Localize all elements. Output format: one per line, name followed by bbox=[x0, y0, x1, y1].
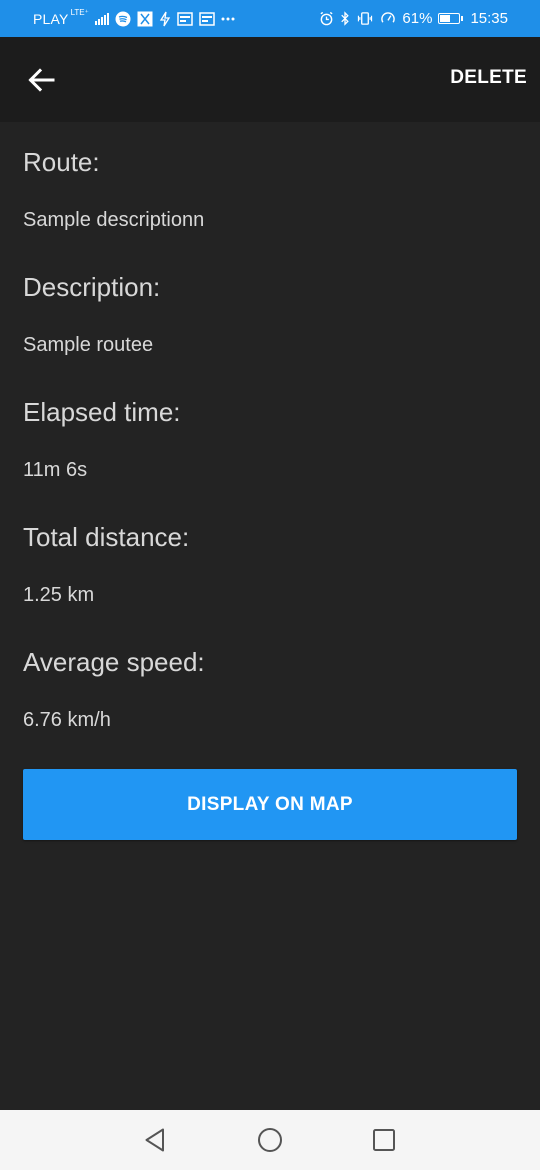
elapsed-time-field: Elapsed time: 11m 6s bbox=[23, 392, 517, 497]
route-field: Route: Sample descriptionn bbox=[23, 142, 517, 247]
description-value: Sample routee bbox=[23, 334, 154, 356]
bluetooth-icon bbox=[340, 11, 350, 26]
battery-percent-label: 61% bbox=[402, 10, 433, 27]
average-speed-label: Average speed: bbox=[23, 647, 205, 677]
network-type-label: LTE⁺ bbox=[70, 8, 89, 17]
battery-level-fill bbox=[440, 15, 451, 22]
carrier-label: PLAY bbox=[33, 10, 69, 27]
elapsed-time-value: 11m 6s bbox=[23, 459, 88, 481]
arrow-left-icon bbox=[28, 68, 55, 92]
total-distance-label: Total distance: bbox=[23, 522, 190, 552]
elapsed-time-label: Elapsed time: bbox=[23, 397, 181, 427]
description-label: Description: bbox=[23, 272, 161, 302]
notification-icon bbox=[137, 11, 153, 27]
total-distance-value: 1.25 km bbox=[23, 584, 95, 606]
total-distance-field: Total distance: 1.25 km bbox=[23, 517, 517, 622]
flash-icon bbox=[159, 11, 171, 27]
card-icon bbox=[177, 11, 193, 26]
nav-recents-button[interactable] bbox=[369, 1125, 399, 1155]
circle-home-icon bbox=[258, 1128, 282, 1152]
back-button[interactable] bbox=[22, 61, 60, 99]
screen: PLAY LTE⁺ 61% 15:35 DELETE Route: Sample… bbox=[0, 0, 540, 1170]
app-bar: DELETE bbox=[0, 37, 540, 122]
average-speed-field: Average speed: 6.76 km/h bbox=[23, 642, 517, 747]
vibrate-icon bbox=[356, 11, 374, 26]
signal-icon bbox=[94, 12, 109, 25]
clock-label: 15:35 bbox=[470, 10, 508, 27]
square-recents-icon bbox=[373, 1129, 395, 1151]
route-value: Sample descriptionn bbox=[23, 209, 205, 231]
triangle-back-icon bbox=[145, 1128, 164, 1152]
status-bar-left: PLAY LTE⁺ bbox=[33, 8, 235, 27]
spotify-icon bbox=[115, 11, 131, 27]
route-details: Route: Sample descriptionn Description: … bbox=[23, 122, 517, 747]
nav-back-button[interactable] bbox=[140, 1125, 170, 1155]
alarm-icon bbox=[319, 11, 334, 26]
status-bar-right: 61% 15:35 bbox=[319, 10, 508, 27]
status-bar: PLAY LTE⁺ 61% 15:35 bbox=[0, 0, 540, 37]
navigation-bar bbox=[0, 1110, 540, 1170]
delete-button[interactable]: DELETE bbox=[450, 67, 527, 89]
display-on-map-button[interactable]: DISPLAY ON MAP bbox=[23, 769, 517, 840]
average-speed-value: 6.76 km/h bbox=[23, 709, 111, 731]
more-dots-icon bbox=[221, 17, 235, 21]
route-label: Route: bbox=[23, 147, 100, 177]
battery-icon bbox=[438, 13, 464, 24]
description-field: Description: Sample routee bbox=[23, 267, 517, 372]
nav-home-button[interactable] bbox=[255, 1125, 285, 1155]
speed-icon bbox=[380, 11, 396, 26]
card-icon bbox=[199, 11, 215, 26]
